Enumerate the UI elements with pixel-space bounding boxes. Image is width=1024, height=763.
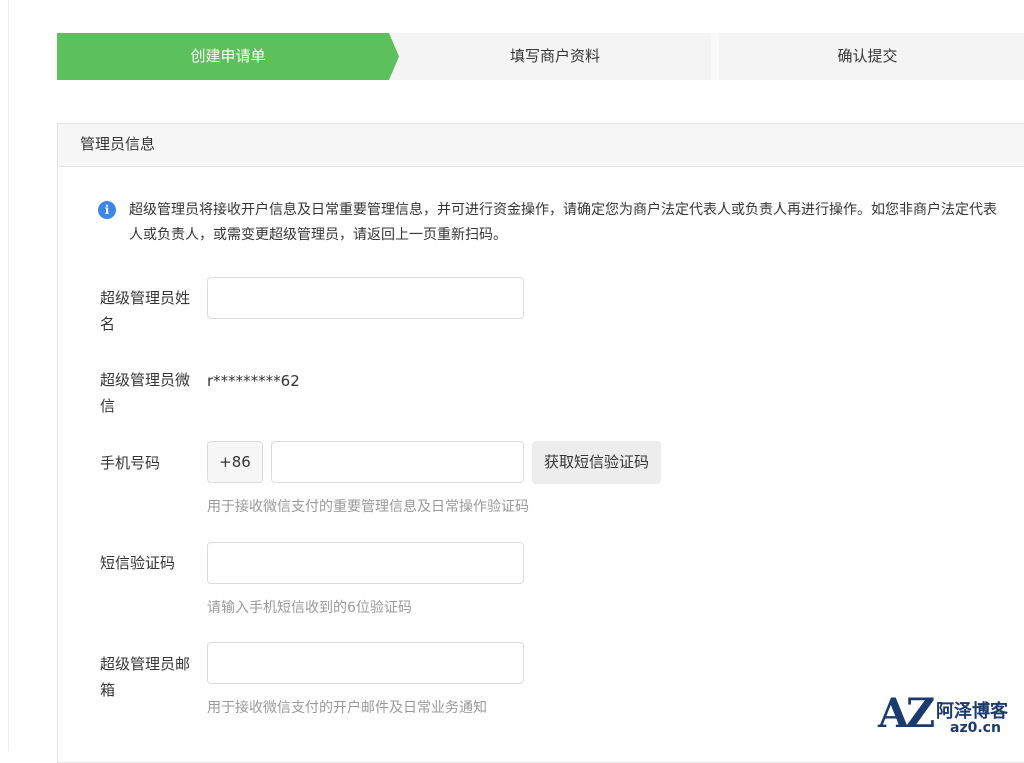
admin-notice: i 超级管理员将接收开户信息及日常重要管理信息，并可进行资金操作，请确定您为商户… [98,198,1005,248]
info-icon: i [98,201,116,219]
az-logo-mark: AZ [878,690,935,737]
step-confirm-submit[interactable]: 确认提交 [711,33,1024,80]
left-divider [8,0,9,751]
country-code-prefix: +86 [207,441,263,483]
admin-email-hint: 用于接收微信支付的开户邮件及日常业务通知 [207,700,487,716]
admin-email-input[interactable] [207,642,524,684]
watermark-logo: AZ 阿泽博客 az0.cn [878,693,1018,743]
sms-code-input[interactable] [207,542,524,584]
get-sms-code-button[interactable]: 获取短信验证码 [532,441,661,484]
step-fill-merchant-info[interactable]: 填写商户资料 [399,33,711,80]
admin-email-label: 超级管理员邮箱 [100,655,191,699]
notice-text: 超级管理员将接收开户信息及日常重要管理信息，并可进行资金操作，请确定您为商户法定… [129,202,997,243]
step-create-application[interactable]: 创建申请单 [57,33,399,80]
blog-url: az0.cn [950,720,1001,736]
admin-name-label: 超级管理员姓名 [100,289,191,333]
sms-code-hint: 请输入手机短信收到的6位验证码 [207,600,412,616]
phone-input[interactable] [271,441,524,483]
admin-wechat-value: r*********62 [207,372,300,390]
phone-label: 手机号码 [100,454,161,472]
admin-name-input[interactable] [207,277,524,319]
section-title: 管理员信息 [58,124,1024,167]
step-progress-bar: 创建申请单 填写商户资料 确认提交 [57,33,1024,80]
sms-code-label: 短信验证码 [100,554,176,572]
admin-wechat-label: 超级管理员微信 [100,371,191,415]
phone-hint: 用于接收微信支付的重要管理信息及日常操作验证码 [207,499,529,515]
step-divider [711,33,719,80]
